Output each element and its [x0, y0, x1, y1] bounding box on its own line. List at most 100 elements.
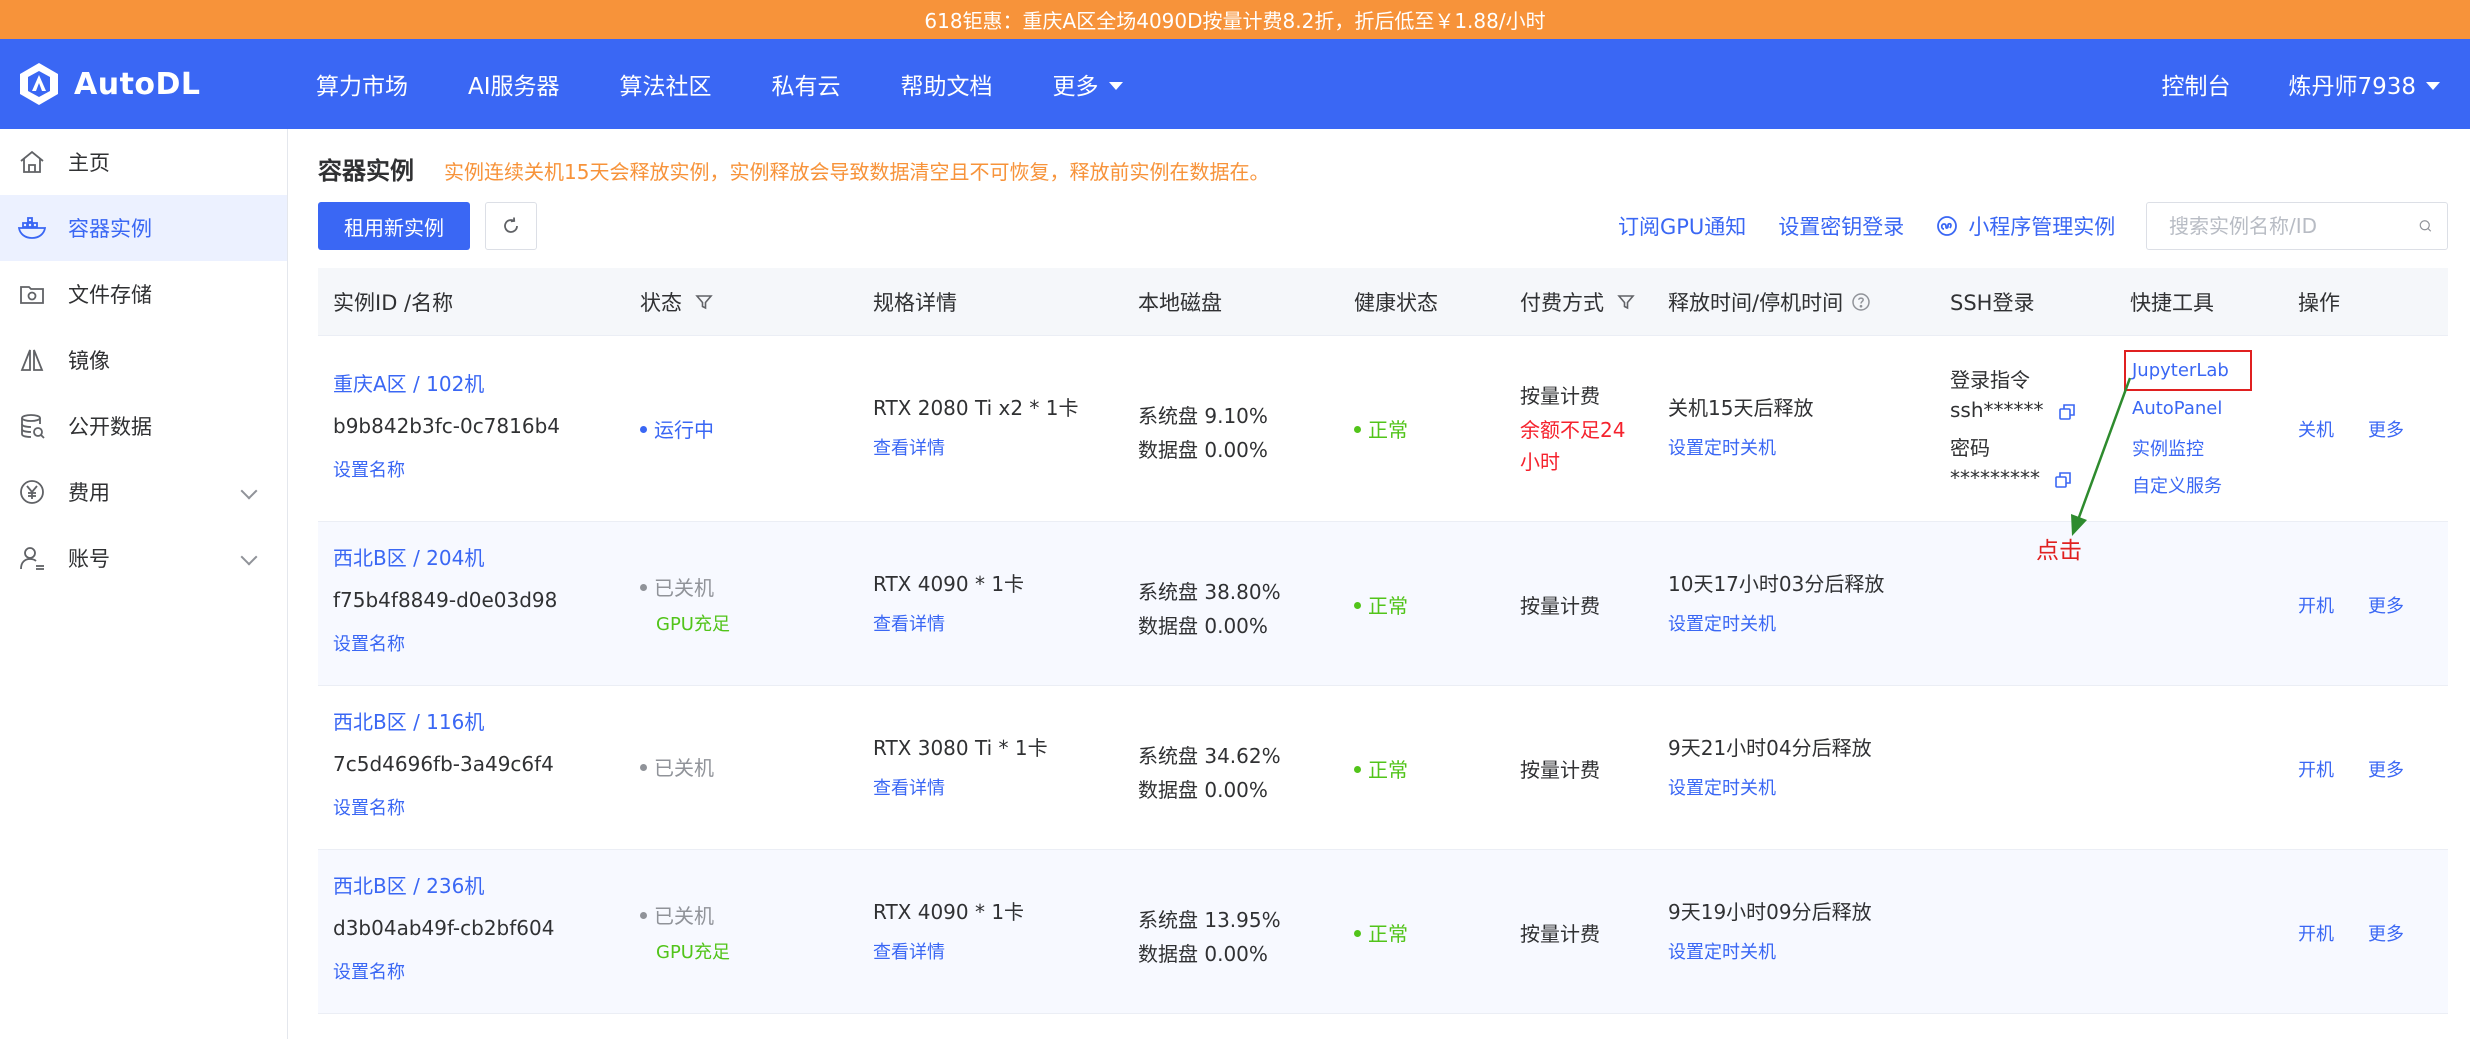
main-nav: 算力市场 AI服务器 算法社区 私有云 帮助文档 更多 — [316, 39, 1183, 129]
promo-banner[interactable]: 618钜惠：重庆A区全场4090D按量计费8.2折，折后低至￥1.88/小时 — [0, 0, 2470, 39]
instance-id: f75b4f8849-d0e03d98 — [333, 588, 558, 612]
help-icon[interactable] — [1851, 292, 1871, 312]
instance-name-link[interactable]: 西北B区 / 236机 — [333, 870, 484, 899]
set-shutdown-link[interactable]: 设置定时关机 — [1668, 938, 1776, 964]
refresh-button[interactable] — [485, 202, 537, 250]
header-id: 实例ID /名称 — [333, 290, 454, 315]
health-status: 正常 — [1354, 754, 1408, 783]
rent-new-instance-button[interactable]: 租用新实例 — [318, 202, 470, 250]
set-name-link[interactable]: 设置名称 — [333, 958, 405, 984]
instance-name[interactable]: 重庆A区 / 102机 — [333, 372, 484, 396]
wechat-miniapp-icon — [1937, 216, 1958, 236]
more-button[interactable]: 更多 — [2368, 756, 2404, 782]
gpu-available: GPU充足 — [656, 614, 730, 635]
set-shutdown-link[interactable]: 设置定时关机 — [1668, 610, 1776, 636]
header-billing-label: 付费方式 — [1520, 290, 1604, 315]
health-status: 正常 — [1354, 918, 1408, 947]
start-button[interactable]: 开机 — [2298, 756, 2334, 782]
health-dot — [1354, 766, 1361, 773]
chevron-down-icon — [240, 548, 258, 566]
nav-console[interactable]: 控制台 — [2161, 67, 2230, 101]
search-icon[interactable] — [2418, 216, 2433, 236]
sidebar-item-billing[interactable]: 费用 — [0, 459, 287, 525]
nav-item-ai-server[interactable]: AI服务器 — [468, 67, 560, 101]
header-ssh: SSH登录 — [1950, 290, 2035, 315]
nav-item-community[interactable]: 算法社区 — [620, 67, 712, 101]
jupyterlab-link[interactable]: JupyterLab — [2132, 360, 2229, 381]
health-dot — [1354, 602, 1361, 609]
sidebar-item-public-data[interactable]: 公开数据 — [0, 393, 287, 459]
annotation-arrow — [2071, 377, 2132, 536]
sidebar-item-mirror[interactable]: 镜像 — [0, 327, 287, 393]
set-shutdown-link[interactable]: 设置定时关机 — [1668, 434, 1776, 460]
miniapp-link[interactable]: 小程序管理实例 — [1936, 211, 2115, 241]
instance-name-link[interactable]: 西北B区 / 204机 — [333, 542, 484, 571]
start-button[interactable]: 开机 — [2298, 592, 2334, 618]
start-button[interactable]: 开机 — [2298, 920, 2334, 946]
nav-item-docs[interactable]: 帮助文档 — [901, 67, 993, 101]
sidebar-item-account[interactable]: 账号 — [0, 525, 287, 591]
sidebar-item-label: 费用 — [68, 481, 110, 505]
sidebar-item-storage[interactable]: 文件存储 — [0, 261, 287, 327]
release-time: 9天21小时04分后释放 — [1668, 736, 1872, 760]
header-status-label: 状态 — [640, 290, 682, 315]
data-disk: 数据盘 0.00% — [1138, 942, 1268, 966]
top-nav: AutoDL 算力市场 AI服务器 算法社区 私有云 帮助文档 更多 控制台 炼… — [0, 39, 2470, 129]
instance-name-link[interactable]: 西北B区 / 116机 — [333, 706, 484, 735]
balance-warning-unit: 小时 — [1520, 450, 1560, 474]
nav-item-private-cloud[interactable]: 私有云 — [772, 67, 841, 101]
sidebar-item-containers[interactable]: 容器实例 — [0, 195, 287, 261]
view-details-link[interactable]: 查看详情 — [873, 610, 945, 636]
spec-text: RTX 2080 Ti x2 * 1卡 — [873, 396, 1079, 420]
header-release: 释放时间/停机时间 — [1668, 287, 1871, 317]
more-button[interactable]: 更多 — [2368, 416, 2404, 442]
monitor-link[interactable]: 实例监控 — [2132, 435, 2204, 461]
shutdown-button[interactable]: 关机 — [2298, 416, 2334, 442]
header-billing[interactable]: 付费方式 — [1520, 287, 1636, 317]
mirror-icon — [16, 344, 48, 376]
data-disk: 数据盘 0.00% — [1138, 438, 1268, 462]
miniapp-link-label: 小程序管理实例 — [1968, 215, 2116, 239]
instance-id: b9b842b3fc-0c7816b4 — [333, 414, 561, 438]
nav-item-market[interactable]: 算力市场 — [316, 67, 408, 101]
user-icon — [16, 542, 48, 574]
search-input[interactable] — [2169, 214, 2418, 238]
set-shutdown-link[interactable]: 设置定时关机 — [1668, 774, 1776, 800]
release-time: 10天17小时03分后释放 — [1668, 572, 1885, 596]
header-status[interactable]: 状态 — [640, 287, 714, 317]
instance-name[interactable]: 西北B区 / 204机 — [333, 546, 484, 570]
system-disk: 系统盘 38.80% — [1138, 580, 1281, 604]
autopanel-link[interactable]: AutoPanel — [2132, 398, 2222, 419]
set-name-link[interactable]: 设置名称 — [333, 794, 405, 820]
filter-icon[interactable] — [1616, 292, 1636, 312]
user-menu[interactable]: 炼丹师7938 — [2288, 67, 2440, 101]
instance-name[interactable]: 西北B区 / 116机 — [333, 710, 484, 734]
status-stopped: 已关机 — [640, 900, 714, 929]
more-button[interactable]: 更多 — [2368, 920, 2404, 946]
instance-name[interactable]: 西北B区 / 236机 — [333, 874, 484, 898]
view-details-link[interactable]: 查看详情 — [873, 774, 945, 800]
sidebar-item-home[interactable]: 主页 — [0, 129, 287, 195]
more-button[interactable]: 更多 — [2368, 592, 2404, 618]
sidebar-item-label: 文件存储 — [68, 283, 152, 307]
set-name-link[interactable]: 设置名称 — [333, 456, 405, 482]
balance-warning: 余额不足24 — [1520, 418, 1626, 442]
ssh-pwd-label: 密码 — [1950, 436, 1990, 460]
nav-item-more[interactable]: 更多 — [1053, 67, 1123, 101]
view-details-link[interactable]: 查看详情 — [873, 938, 945, 964]
health-text: 正常 — [1368, 418, 1408, 442]
billing-type: 按量计费 — [1520, 594, 1600, 618]
nav-more-label: 更多 — [1052, 74, 1099, 100]
custom-service-link[interactable]: 自定义服务 — [2132, 472, 2222, 498]
subscribe-gpu-link[interactable]: 订阅GPU通知 — [1618, 211, 1746, 241]
view-details-link[interactable]: 查看详情 — [873, 434, 945, 460]
sidebar-item-label: 镜像 — [68, 349, 110, 373]
set-name-link[interactable]: 设置名称 — [333, 630, 405, 656]
filter-icon[interactable] — [694, 292, 714, 312]
instance-name-link[interactable]: 重庆A区 / 102机 — [333, 368, 484, 397]
health-text: 正常 — [1368, 594, 1408, 618]
chevron-down-icon — [240, 482, 258, 500]
key-login-link[interactable]: 设置密钥登录 — [1778, 211, 1904, 241]
spec-text: RTX 4090 * 1卡 — [873, 900, 1025, 924]
logo[interactable]: AutoDL — [16, 61, 201, 107]
